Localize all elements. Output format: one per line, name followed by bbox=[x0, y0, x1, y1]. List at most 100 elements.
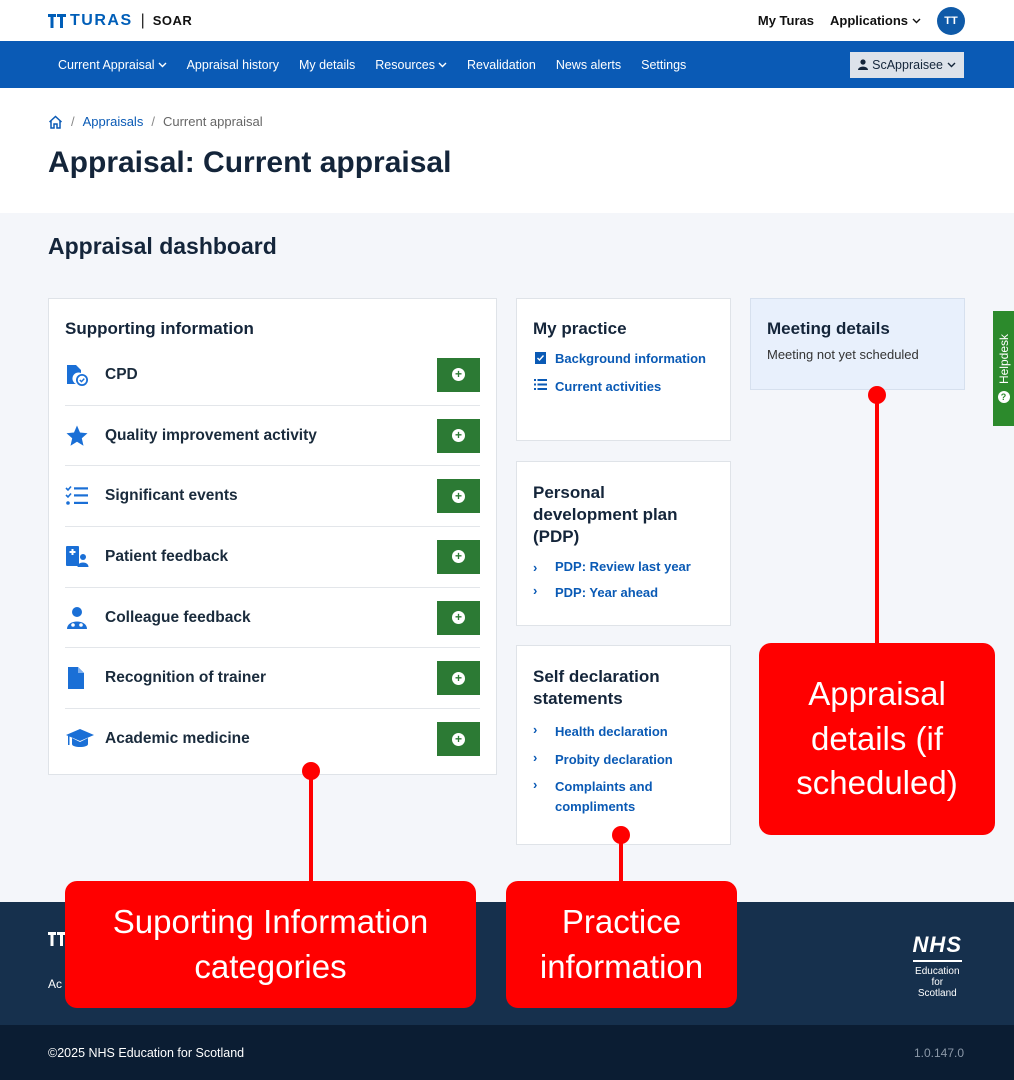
self-declaration-card: Self declaration statements › Health dec… bbox=[516, 645, 731, 845]
nav-news-alerts[interactable]: News alerts bbox=[556, 58, 621, 72]
helpdesk-label: Helpdesk bbox=[996, 334, 1011, 385]
my-practice-card: My practice Background information Curre… bbox=[516, 298, 731, 441]
nav-label: Resources bbox=[375, 57, 436, 72]
si-label[interactable]: CPD bbox=[105, 366, 437, 384]
brand-name: TURAS bbox=[70, 11, 133, 29]
accessibility-link[interactable]: Ac bbox=[48, 977, 62, 991]
plus-icon: + bbox=[452, 671, 465, 685]
helpdesk-tab[interactable]: Helpdesk ? bbox=[993, 311, 1014, 426]
plus-icon: + bbox=[452, 489, 465, 503]
si-label[interactable]: Academic medicine bbox=[105, 730, 437, 748]
breadcrumb: / Appraisals / Current appraisal bbox=[48, 114, 966, 129]
nav-appraisal-history[interactable]: Appraisal history bbox=[187, 58, 279, 72]
nhs-wordmark: NHS bbox=[912, 932, 962, 962]
complaints-compliments-link[interactable]: Complaints and compliments bbox=[555, 777, 714, 816]
user-menu-button[interactable]: ScAppraisee bbox=[850, 51, 964, 78]
nav-revalidation[interactable]: Revalidation bbox=[467, 58, 536, 72]
add-colleague-feedback-button[interactable]: + bbox=[437, 600, 480, 635]
chevron-right-icon: › bbox=[533, 583, 538, 599]
list-item: Recognition of trainer + bbox=[65, 648, 480, 710]
add-significant-events-button[interactable]: + bbox=[437, 479, 480, 514]
add-quality-improvement-button[interactable]: + bbox=[437, 418, 480, 453]
star-icon bbox=[66, 425, 88, 446]
my-turas-link[interactable]: My Turas bbox=[758, 13, 814, 28]
annotation-practice-info: Practice information bbox=[506, 881, 737, 1008]
checklist-icon bbox=[65, 486, 88, 506]
patient-icon bbox=[66, 545, 89, 567]
applications-label: Applications bbox=[829, 13, 908, 28]
chevron-down-icon bbox=[912, 18, 921, 23]
chevron-down-icon bbox=[158, 62, 167, 67]
top-bar: TURAS | SOAR My Turas Applications TT bbox=[0, 0, 1014, 41]
nav-settings[interactable]: Settings bbox=[641, 58, 686, 72]
si-label[interactable]: Significant events bbox=[105, 487, 437, 505]
avatar[interactable]: TT bbox=[937, 6, 965, 35]
breadcrumb-current: Current appraisal bbox=[162, 114, 263, 129]
chevron-right-icon: › bbox=[533, 722, 538, 738]
supporting-information-title: Supporting information bbox=[65, 319, 254, 338]
health-declaration-link[interactable]: Health declaration bbox=[555, 722, 668, 742]
nhs-line-3: Scotland bbox=[917, 988, 957, 999]
meeting-details-title: Meeting details bbox=[767, 319, 890, 338]
chevron-down-icon bbox=[947, 62, 956, 67]
page-title: Appraisal: Current appraisal bbox=[48, 146, 452, 179]
add-recognition-of-trainer-button[interactable]: + bbox=[437, 661, 480, 696]
list-item: Patient feedback + bbox=[65, 527, 480, 588]
copyright-text: ©2025 NHS Education for Scotland bbox=[48, 1045, 245, 1060]
dashboard-title: Appraisal dashboard bbox=[48, 233, 277, 259]
breadcrumb-separator: / bbox=[71, 114, 75, 129]
brand-logo[interactable]: TURAS | SOAR bbox=[48, 12, 192, 30]
brand-separator: | bbox=[140, 11, 145, 29]
applications-menu[interactable]: Applications bbox=[830, 13, 921, 28]
list-item: CPD + bbox=[65, 345, 480, 406]
chevron-right-icon: › bbox=[533, 560, 538, 576]
nav-my-details[interactable]: My details bbox=[299, 58, 355, 72]
si-label[interactable]: Recognition of trainer bbox=[105, 669, 437, 687]
document-icon bbox=[68, 667, 84, 690]
nav-resources[interactable]: Resources bbox=[375, 58, 447, 72]
pdp-year-ahead-link[interactable]: PDP: Year ahead bbox=[555, 583, 658, 603]
add-academic-medicine-button[interactable]: + bbox=[437, 722, 480, 757]
pdp-review-link[interactable]: PDP: Review last year bbox=[555, 559, 691, 574]
home-icon[interactable] bbox=[48, 114, 63, 129]
annotation-supporting-info: Suporting Information categories bbox=[65, 881, 476, 1008]
turas-logo-icon bbox=[48, 13, 66, 28]
chevron-right-icon: › bbox=[533, 749, 538, 765]
list-item: Colleague feedback + bbox=[65, 588, 480, 649]
si-label[interactable]: Colleague feedback bbox=[105, 609, 437, 627]
nhs-line-2: for bbox=[931, 977, 944, 988]
nav-label: Current Appraisal bbox=[58, 57, 155, 72]
breadcrumb-separator: / bbox=[151, 114, 155, 129]
list-icon bbox=[533, 378, 547, 390]
meeting-status-text: Meeting not yet scheduled bbox=[767, 347, 919, 362]
nav-current-appraisal[interactable]: Current Appraisal bbox=[58, 58, 167, 72]
annotation-appraisal-details: Appraisal details (if scheduled) bbox=[759, 643, 995, 835]
si-label[interactable]: Quality improvement activity bbox=[105, 427, 437, 445]
pdp-title: Personal development plan (PDP) bbox=[533, 483, 678, 547]
si-label[interactable]: Patient feedback bbox=[105, 548, 437, 566]
main-nav: Current Appraisal Appraisal history My d… bbox=[0, 41, 1014, 88]
chevron-down-icon bbox=[438, 62, 447, 67]
current-activities-link[interactable]: Current activities bbox=[555, 377, 661, 397]
nhs-line-1: Education bbox=[915, 966, 960, 977]
add-patient-feedback-button[interactable]: + bbox=[437, 539, 480, 574]
annotation-line-supporting bbox=[309, 770, 313, 885]
list-item: Academic medicine + bbox=[65, 709, 480, 770]
chevron-right-icon: › bbox=[533, 777, 538, 793]
nhs-logo: NHS Education for Scotland bbox=[912, 932, 962, 999]
background-information-link[interactable]: Background information bbox=[555, 349, 706, 369]
add-cpd-button[interactable]: + bbox=[437, 357, 480, 392]
probity-declaration-link[interactable]: Probity declaration bbox=[555, 750, 673, 770]
clipboard-check-icon bbox=[534, 352, 546, 364]
question-icon: ? bbox=[997, 390, 1010, 403]
my-practice-title: My practice bbox=[533, 319, 627, 338]
turas-logo-icon bbox=[48, 932, 66, 946]
self-declaration-title: Self declaration statements bbox=[533, 667, 660, 709]
cpd-icon bbox=[67, 364, 88, 386]
breadcrumb-appraisals[interactable]: Appraisals bbox=[83, 114, 144, 129]
user-name: ScAppraisee bbox=[872, 57, 943, 72]
plus-icon: + bbox=[452, 732, 465, 746]
supporting-information-card: Supporting information CPD + Quality imp… bbox=[48, 298, 497, 775]
plus-icon: + bbox=[452, 429, 465, 443]
page-header: / Appraisals / Current appraisal Apprais… bbox=[0, 88, 1014, 213]
